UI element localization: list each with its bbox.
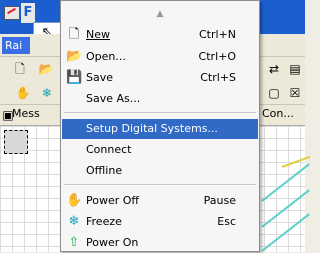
- open-folder-icon[interactable]: 📂: [38, 61, 54, 77]
- new-document-icon: 🗋: [68, 27, 80, 42]
- menu-item-label: Open...: [86, 50, 126, 63]
- menu-item-accelerator: Pause: [203, 194, 236, 207]
- menu-item-accelerator: Ctrl+S: [200, 71, 236, 84]
- window-square-icon[interactable]: ▢: [266, 85, 282, 101]
- close-x-icon[interactable]: ☒: [287, 85, 303, 101]
- menu-rail[interactable]: Rai: [2, 37, 30, 54]
- toolbar-icon-2[interactable]: ▤: [287, 61, 303, 77]
- console-label[interactable]: Con...: [262, 107, 294, 120]
- menu-item-freeze[interactable]: ❄ Freeze Esc: [62, 212, 258, 232]
- toolbar-icon[interactable]: ⇄: [266, 61, 282, 77]
- menu-item-power-on[interactable]: ⇧ Power On: [62, 233, 258, 253]
- messages-label[interactable]: Mess: [12, 107, 40, 120]
- menu-item-label: Connect: [86, 143, 132, 156]
- menu-item-power-off[interactable]: ✋ Power Off Pause: [62, 191, 258, 211]
- menu-item-setup-digital-systems[interactable]: Setup Digital Systems...: [62, 119, 258, 139]
- menu-item-label: Save: [86, 71, 114, 84]
- freeze-snowflake-icon[interactable]: ❄: [39, 85, 55, 101]
- save-disk-icon: 💾: [66, 70, 83, 85]
- menu-item-label: Save As...: [86, 92, 141, 105]
- menu-item-new[interactable]: 🗋 New Ctrl+N: [62, 25, 258, 45]
- menu-item-open[interactable]: 📂 Open... Ctrl+O: [62, 47, 258, 67]
- power-off-hand-icon: ✋: [66, 193, 83, 208]
- menu-separator: [64, 112, 256, 113]
- menu-item-label: Setup Digital Systems...: [86, 122, 218, 135]
- menu-item-save-as[interactable]: Save As...: [62, 89, 258, 109]
- menu-separator: [64, 184, 256, 185]
- menu-item-accelerator: Esc: [217, 215, 236, 228]
- open-folder-icon: 📂: [66, 49, 83, 64]
- app-icon: [4, 6, 20, 20]
- window-title: F: [21, 3, 35, 23]
- menu-item-accelerator: Ctrl+O: [198, 50, 236, 63]
- file-menu: ▲ 🗋 New Ctrl+N 📂 Open... Ctrl+O 💾 Save C…: [60, 0, 260, 252]
- menu-item-label: New: [86, 28, 110, 41]
- menu-item-label: Power On: [86, 236, 139, 249]
- power-off-hand-icon[interactable]: ✋: [15, 85, 31, 101]
- menu-item-offline[interactable]: Offline: [62, 161, 258, 181]
- freeze-snowflake-icon: ❄: [68, 214, 80, 229]
- menu-item-connect[interactable]: Connect: [62, 140, 258, 160]
- selection-box[interactable]: [4, 130, 28, 154]
- menu-item-label: Power Off: [86, 194, 139, 207]
- menu-item-save[interactable]: 💾 Save Ctrl+S: [62, 68, 258, 88]
- power-on-arrow-icon: ⇧: [68, 235, 80, 250]
- menu-item-label: Offline: [86, 164, 123, 177]
- menu-item-accelerator: Ctrl+N: [198, 28, 236, 41]
- menu-item-label: Freeze: [86, 215, 122, 228]
- new-document-icon[interactable]: 🗋: [12, 61, 28, 77]
- scroll-up-arrow-icon[interactable]: ▲: [61, 9, 259, 19]
